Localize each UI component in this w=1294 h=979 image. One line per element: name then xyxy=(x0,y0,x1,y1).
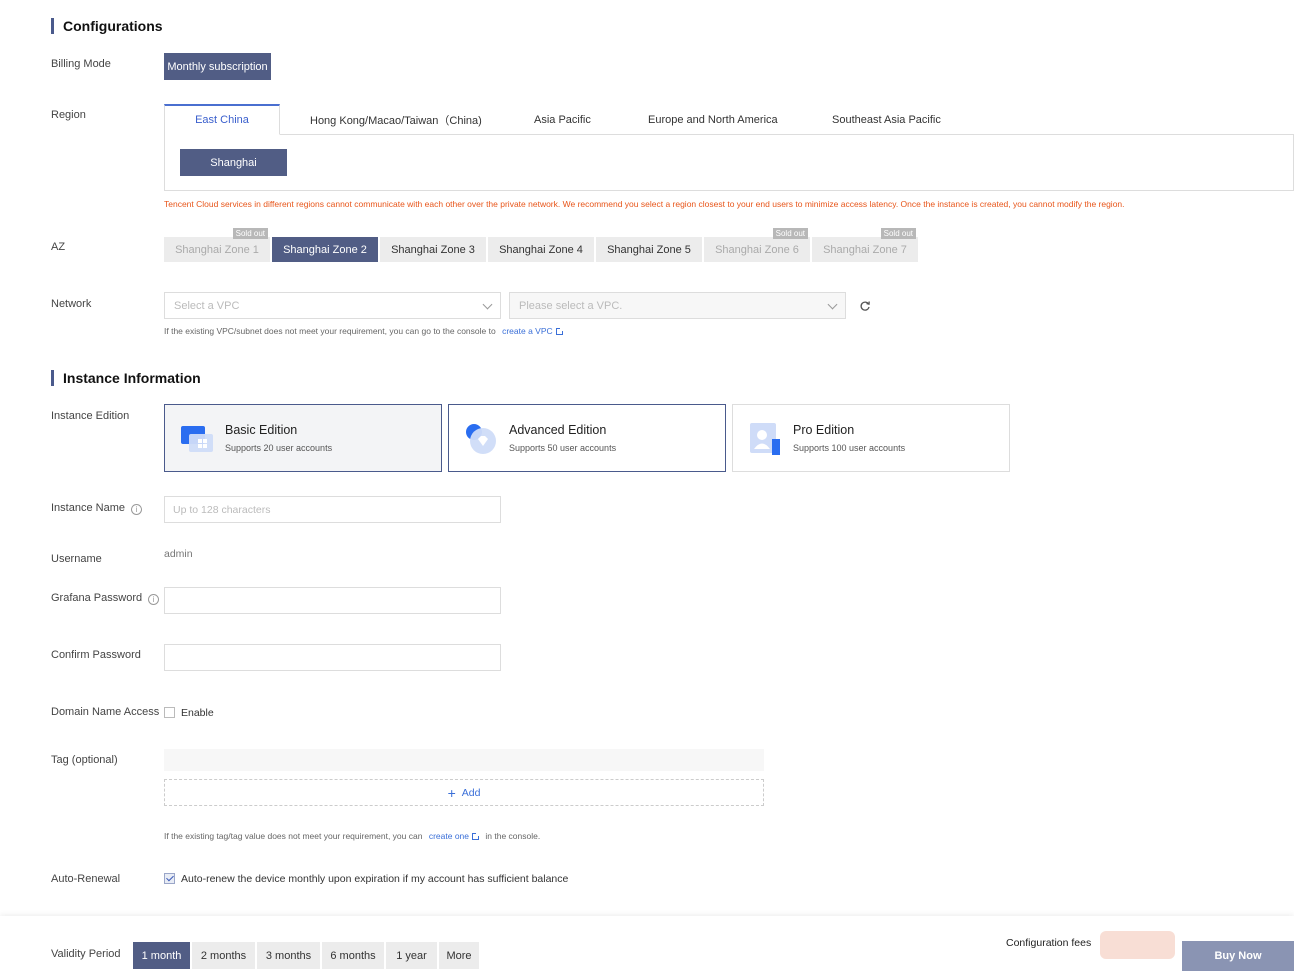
edition-subtitle: Supports 20 user accounts xyxy=(225,443,333,453)
zone-label: Shanghai Zone 5 xyxy=(607,243,691,256)
tab-southeast-asia-pacific[interactable]: Southeast Asia Pacific xyxy=(832,104,941,135)
advanced-edition-icon xyxy=(466,424,496,454)
tab-asia-pacific[interactable]: Asia Pacific xyxy=(534,104,591,135)
tag-list-area xyxy=(164,749,764,771)
refresh-icon[interactable] xyxy=(859,300,871,312)
edition-title: Basic Edition xyxy=(225,423,298,437)
auto-renewal-checkbox[interactable] xyxy=(164,873,175,884)
region-city-panel: Shanghai xyxy=(164,134,1294,191)
sold-out-badge: Sold out xyxy=(880,228,916,239)
vpc-select[interactable]: Select a VPC xyxy=(164,292,501,319)
network-hint-text: If the existing VPC/subnet does not meet… xyxy=(164,326,496,336)
chevron-down-icon xyxy=(482,299,493,310)
zone-shanghai-1: Shanghai Zone 1 Sold out xyxy=(164,228,271,262)
add-tag-label: Add xyxy=(461,786,481,799)
region-warning: Tencent Cloud services in different regi… xyxy=(164,199,1125,209)
period-more[interactable]: More xyxy=(439,942,480,969)
instance-edition-label: Instance Edition xyxy=(51,410,130,422)
add-tag-button[interactable]: + Add xyxy=(164,779,764,806)
zone-label: Shanghai Zone 6 xyxy=(715,243,799,256)
domain-access-checkbox[interactable] xyxy=(164,707,175,718)
zone-label: Shanghai Zone 2 xyxy=(283,243,367,256)
edition-pro-card[interactable]: Pro Edition Supports 100 user accounts xyxy=(732,404,1010,472)
zone-shanghai-3[interactable]: Shanghai Zone 3 xyxy=(380,237,487,262)
vpc-select-placeholder: Select a VPC xyxy=(174,299,240,312)
plus-icon: + xyxy=(447,784,456,801)
billing-mode-label: Billing Mode xyxy=(51,58,111,70)
subnet-select-placeholder: Please select a VPC. xyxy=(519,299,623,312)
period-3-months[interactable]: 3 months xyxy=(257,942,321,969)
city-shanghai-button[interactable]: Shanghai xyxy=(180,149,287,176)
confirm-password-label: Confirm Password xyxy=(51,649,141,661)
info-icon[interactable]: i xyxy=(130,504,142,515)
period-2-months[interactable]: 2 months xyxy=(192,942,256,969)
username-value: admin xyxy=(164,548,193,560)
zone-shanghai-5[interactable]: Shanghai Zone 5 xyxy=(596,237,703,262)
external-link-icon xyxy=(555,327,564,335)
tag-hint-post: in the console. xyxy=(485,831,541,841)
grafana-password-label: Grafana Password i xyxy=(51,592,160,605)
tab-east-china[interactable]: East China xyxy=(164,104,280,135)
region-tabs: East China Hong Kong/Macao/Taiwan（China)… xyxy=(164,104,1294,135)
sold-out-badge: Sold out xyxy=(772,228,808,239)
az-label: AZ xyxy=(51,241,66,253)
zone-shanghai-7: Shanghai Zone 7 Sold out xyxy=(812,228,919,262)
chevron-down-icon xyxy=(827,299,838,310)
zone-shanghai-6: Shanghai Zone 6 Sold out xyxy=(704,228,811,262)
instance-name-input[interactable]: Up to 128 characters xyxy=(164,496,501,523)
edition-advanced-card[interactable]: Advanced Edition Supports 50 user accoun… xyxy=(448,404,726,472)
period-1-year[interactable]: 1 year xyxy=(386,942,438,969)
edition-subtitle: Supports 100 user accounts xyxy=(793,443,906,453)
zone-label: Shanghai Zone 4 xyxy=(499,243,583,256)
grafana-password-label-text: Grafana Password xyxy=(51,592,143,604)
tag-label: Tag (optional) xyxy=(51,754,118,766)
auto-renewal-text: Auto-renew the device monthly upon expir… xyxy=(181,873,569,885)
edition-subtitle: Supports 50 user accounts xyxy=(509,443,617,453)
period-6-months[interactable]: 6 months xyxy=(322,942,385,969)
zone-shanghai-4[interactable]: Shanghai Zone 4 xyxy=(488,237,595,262)
tab-hong-kong-macao-taiwan[interactable]: Hong Kong/Macao/Taiwan（China) xyxy=(310,104,482,135)
instance-name-placeholder: Up to 128 characters xyxy=(173,503,271,516)
network-hint: If the existing VPC/subnet does not meet… xyxy=(164,326,564,336)
region-label: Region xyxy=(51,109,86,121)
buy-now-button[interactable]: Buy Now xyxy=(1182,941,1294,971)
edition-title: Pro Edition xyxy=(793,423,855,437)
subnet-select[interactable]: Please select a VPC. xyxy=(509,292,846,319)
create-tag-link[interactable]: create one xyxy=(429,831,469,841)
domain-access-option: Enable xyxy=(181,707,214,719)
zone-shanghai-2[interactable]: Shanghai Zone 2 xyxy=(272,237,379,262)
configurations-title: Configurations xyxy=(51,18,163,34)
grafana-password-input[interactable] xyxy=(164,587,501,614)
zone-label: Shanghai Zone 7 xyxy=(823,243,907,256)
pro-edition-icon xyxy=(750,423,780,455)
zone-label: Shanghai Zone 3 xyxy=(391,243,475,256)
info-icon[interactable]: i xyxy=(148,594,160,605)
price-redacted xyxy=(1100,931,1175,959)
billing-mode-monthly-button[interactable]: Monthly subscription xyxy=(164,53,271,80)
sold-out-badge: Sold out xyxy=(232,228,268,239)
configuration-fees-label: Configuration fees xyxy=(1006,937,1092,949)
external-link-icon xyxy=(472,832,481,840)
tag-hint: If the existing tag/tag value does not m… xyxy=(164,831,540,841)
confirm-password-input[interactable] xyxy=(164,644,501,671)
edition-title: Advanced Edition xyxy=(509,423,607,437)
auto-renewal-label: Auto-Renewal xyxy=(51,873,121,885)
validity-period-label: Validity Period xyxy=(51,948,121,960)
tag-hint-pre: If the existing tag/tag value does not m… xyxy=(164,831,423,841)
instance-name-label: Instance Name i xyxy=(51,502,142,515)
tab-europe-north-america[interactable]: Europe and North America xyxy=(648,104,778,135)
basic-edition-icon xyxy=(181,426,213,452)
instance-name-label-text: Instance Name xyxy=(51,502,125,514)
username-label: Username xyxy=(51,553,102,565)
period-1-month[interactable]: 1 month xyxy=(133,942,191,969)
domain-access-label: Domain Name Access xyxy=(51,706,160,718)
network-label: Network xyxy=(51,298,92,310)
zone-label: Shanghai Zone 1 xyxy=(175,243,259,256)
edition-basic-card[interactable]: Basic Edition Supports 20 user accounts xyxy=(164,404,442,472)
instance-info-title: Instance Information xyxy=(51,370,201,386)
create-vpc-link[interactable]: create a VPC xyxy=(502,326,553,336)
